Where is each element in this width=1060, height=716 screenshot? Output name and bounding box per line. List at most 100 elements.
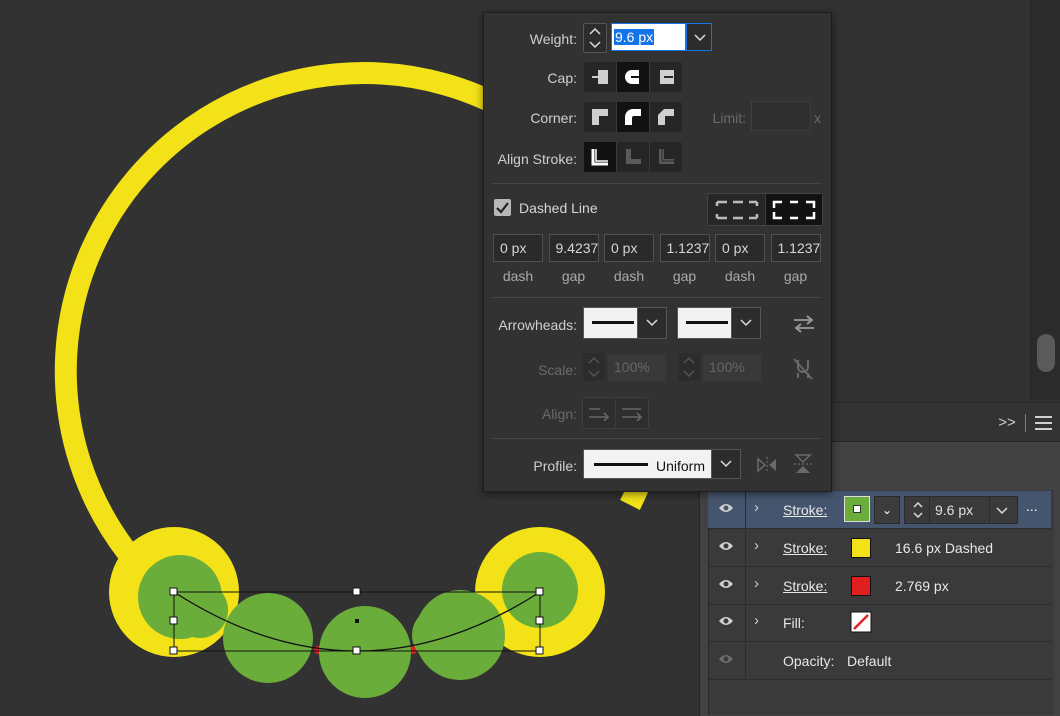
align-inside-button[interactable]	[617, 142, 650, 172]
chevron-down-icon[interactable]	[720, 460, 732, 468]
arrowhead-none-preview	[686, 321, 728, 324]
dash-input[interactable]: 0 px	[715, 234, 765, 262]
preserve-dash-icon	[715, 200, 758, 219]
dash-input[interactable]: 0 px	[493, 234, 543, 262]
disclosure-chevron-icon[interactable]: ›	[754, 612, 759, 629]
center-point	[355, 619, 359, 623]
cap-button-group	[584, 62, 682, 92]
weight-input-value[interactable]: 9.6 px	[614, 29, 655, 45]
flip-across-icon[interactable]	[792, 453, 814, 475]
arrowheads-label: Arrowheads:	[498, 317, 577, 333]
butt-cap-button[interactable]	[584, 62, 617, 92]
stroke-color-swatch[interactable]	[851, 538, 871, 558]
dashed-line-checkbox[interactable]	[494, 199, 511, 216]
dashed-line-label[interactable]: Dashed Line	[519, 200, 609, 216]
disclosure-chevron-icon[interactable]: ›	[754, 499, 759, 516]
stroke-weight-control[interactable]: 9.6 px	[904, 496, 1018, 524]
round-cap-button[interactable]	[617, 62, 650, 92]
appearance-row-stroke[interactable]: › Stroke: 2.769 px	[708, 567, 1051, 605]
stroke-weight-value[interactable]: 9.6 px	[935, 502, 973, 518]
arrow-tip-place-icon	[622, 408, 643, 421]
row-divider	[745, 642, 746, 679]
stepper-arrows-icon[interactable]	[912, 500, 924, 520]
stroke-label-link[interactable]: Stroke:	[783, 502, 827, 518]
scale-end-input: 100%	[703, 354, 761, 382]
link-scales-icon	[793, 358, 813, 380]
flip-along-icon[interactable]	[756, 455, 778, 475]
miter-join-button[interactable]	[584, 102, 617, 132]
green-dot[interactable]	[412, 607, 468, 663]
align-dash-corners-button[interactable]	[766, 194, 822, 225]
align-label: Align:	[541, 406, 577, 422]
weight-input[interactable]: 9.6 px	[611, 23, 686, 51]
limit-suffix: x	[814, 110, 821, 126]
chevron-down-icon[interactable]	[996, 507, 1008, 515]
stroke-label-link[interactable]: Stroke:	[783, 578, 827, 594]
visibility-eye-icon[interactable]	[718, 540, 734, 552]
green-dot[interactable]	[319, 606, 411, 698]
swatch-dropdown[interactable]: ⌄	[874, 496, 900, 524]
green-dot[interactable]	[172, 582, 228, 638]
opacity-value: Default	[847, 653, 892, 669]
no-fill-swatch-icon[interactable]	[850, 611, 872, 633]
end-arrowhead-select[interactable]	[677, 307, 761, 339]
stroke-label-link[interactable]: Stroke:	[783, 540, 827, 556]
align-outside-button[interactable]	[650, 142, 682, 172]
chevron-down-icon[interactable]	[694, 34, 706, 42]
panel-menu-icon[interactable]	[1035, 416, 1052, 430]
stepper-arrows-icon	[588, 356, 600, 378]
width-profile-select[interactable]: Uniform	[583, 449, 741, 479]
appearance-row-fill[interactable]: › Fill:	[708, 604, 1051, 642]
fill-label[interactable]: Fill:	[783, 615, 805, 631]
gap-input[interactable]: 1.1237	[659, 234, 710, 262]
visibility-eye-icon[interactable]	[718, 578, 734, 590]
appearance-row-stroke[interactable]: › Stroke: 16.6 px Dashed	[708, 529, 1051, 567]
bevel-join-button[interactable]	[650, 102, 682, 132]
align-center-button[interactable]	[584, 142, 617, 172]
green-dot[interactable]	[223, 593, 313, 683]
profile-value: Uniform	[656, 458, 706, 474]
gap-input[interactable]: 9.4237	[548, 234, 599, 262]
extend-arrow-tip-button	[583, 398, 616, 428]
dash-label: dash	[724, 268, 756, 284]
chevron-down-icon[interactable]	[646, 319, 658, 327]
round-join-button[interactable]	[617, 102, 650, 132]
gap-input[interactable]: 1.1237	[770, 234, 821, 262]
appearance-row-stroke[interactable]: › Stroke: ⌄ 9.6 px ...	[708, 491, 1051, 529]
scrollbar-thumb[interactable]	[1037, 334, 1055, 372]
disclosure-chevron-icon[interactable]: ›	[754, 537, 759, 554]
round-join-icon	[625, 109, 641, 125]
disclosure-chevron-icon[interactable]: ›	[754, 575, 759, 592]
section-divider	[492, 183, 822, 184]
visibility-eye-icon[interactable]	[718, 615, 734, 627]
weight-dropdown[interactable]	[686, 23, 712, 51]
scale-end-stepper	[678, 353, 700, 381]
align-stroke-center-icon	[591, 149, 608, 166]
dash-input[interactable]: 0 px	[604, 234, 654, 262]
align-dash-corners-icon	[772, 200, 816, 219]
checkmark-icon	[496, 202, 509, 214]
miter-limit-input	[751, 101, 811, 131]
dash-alignment-group	[707, 193, 823, 226]
stroke-color-swatch[interactable]	[851, 576, 871, 596]
scale-start-input: 100%	[608, 354, 666, 382]
appearance-row-opacity[interactable]: Opacity: Default	[708, 642, 1051, 680]
preserve-dash-button[interactable]	[708, 194, 766, 225]
chevron-down-icon[interactable]	[740, 319, 752, 327]
expand-panel-icon[interactable]: >>	[997, 413, 1017, 433]
more-options-button[interactable]: ...	[1026, 498, 1038, 514]
swap-arrowheads-icon[interactable]	[792, 314, 816, 334]
align-stroke-inside-icon	[626, 149, 641, 164]
visibility-eye-icon[interactable]	[718, 502, 734, 514]
projecting-cap-button[interactable]	[650, 62, 682, 92]
gap-label: gap	[783, 268, 808, 284]
opacity-label[interactable]: Opacity:	[783, 653, 834, 669]
gap-label: gap	[672, 268, 697, 284]
header-divider	[1025, 414, 1026, 432]
start-arrowhead-select[interactable]	[583, 307, 667, 339]
stepper-arrows-icon	[683, 356, 695, 378]
weight-stepper[interactable]	[583, 23, 607, 53]
dash-label: dash	[613, 268, 645, 284]
stepper-arrows-icon[interactable]	[584, 24, 606, 52]
stroke-color-swatch[interactable]	[844, 496, 870, 522]
